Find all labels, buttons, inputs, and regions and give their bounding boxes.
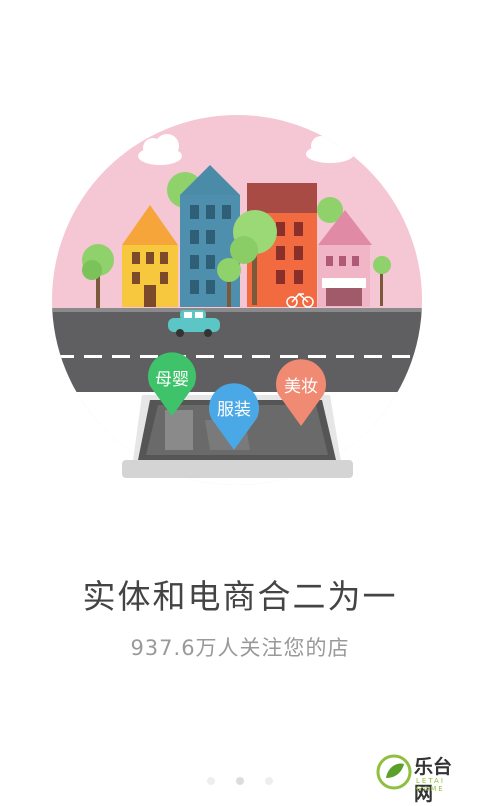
subline: 937.6万人关注您的店 [130,636,350,660]
pin-label: 母婴 [155,370,189,390]
page-dot[interactable] [236,777,244,785]
cloud [138,134,182,165]
onboarding-illustration: 母婴 服装 美妆 [52,115,422,485]
watermark-logo: 乐台网 LETAI GAME [374,750,470,805]
page-dot[interactable] [206,777,215,785]
road [52,310,422,392]
headline: 实体和电商合二为一 [82,577,398,616]
watermark-subtext: LETAI GAME [416,777,445,793]
pin-label: 美妆 [284,377,318,397]
page-dot[interactable] [265,777,274,785]
leaf-logo-icon [376,754,412,790]
pin-label: 服装 [217,400,251,420]
